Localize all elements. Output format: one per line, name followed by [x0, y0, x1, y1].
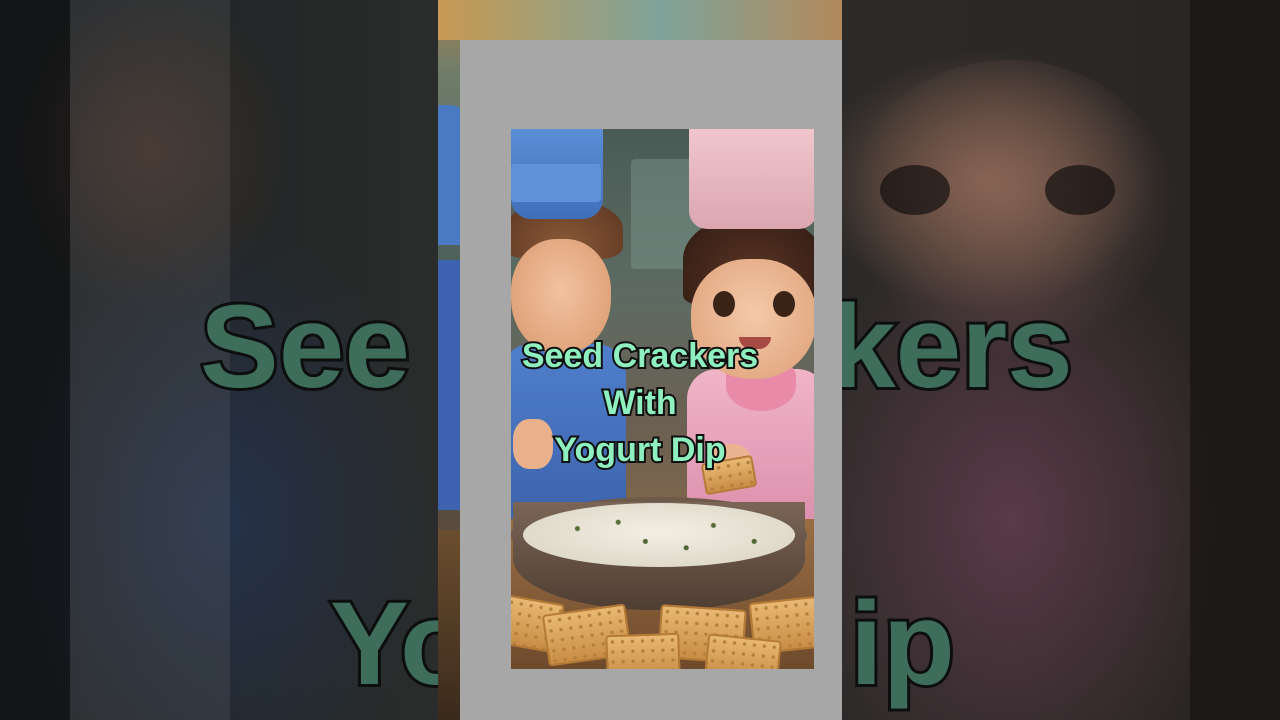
yogurt-dip [523, 503, 795, 567]
video-caption: Seed Crackers With Yogurt Dip [460, 333, 820, 474]
background-caption-fragment: See [197, 281, 413, 413]
girl-chef-hat [689, 129, 814, 229]
girl-chef-eye [713, 291, 735, 317]
blurred-background-edge [1190, 0, 1280, 720]
blurred-background-eye [880, 165, 950, 215]
blurred-background-eye [1045, 165, 1115, 215]
kitchen-shelf [438, 0, 842, 40]
video-frame: See kers Yo ip Seed Crackers With Yogurt… [0, 0, 1280, 720]
girl-chef-eye [773, 291, 795, 317]
caption-line: Yogurt Dip [552, 429, 727, 471]
caption-line: Seed Crackers [520, 335, 760, 377]
background-caption-fragment: kers [827, 281, 1076, 413]
boy-chef-hat-band [511, 164, 601, 202]
cracker [605, 632, 681, 669]
blurred-background-edge [0, 0, 70, 720]
caption-line: With [601, 382, 678, 424]
background-caption-fragment: ip [847, 578, 958, 710]
